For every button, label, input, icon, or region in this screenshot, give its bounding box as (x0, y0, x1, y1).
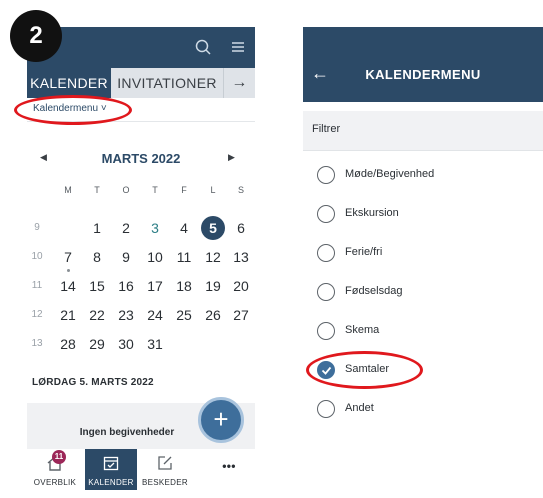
nav-more[interactable]: ••• (203, 449, 255, 490)
week-number: 10 (31, 251, 43, 262)
nav-overblik[interactable]: 11 OVERBLIK (27, 449, 83, 490)
radio-unchecked-icon[interactable] (317, 400, 335, 418)
weekday-header: O (122, 185, 130, 195)
menu-title: KALENDERMENU (365, 67, 481, 82)
filter-option-label: Ekskursion (345, 207, 399, 219)
calendar-tabs: KALENDER INVITATIONER → (27, 68, 255, 98)
filter-section-header: Filtrer (303, 111, 543, 151)
calendar-day[interactable]: 30 (114, 332, 138, 356)
compose-icon (156, 454, 174, 472)
calendar-day[interactable]: 31 (143, 332, 167, 356)
calendar-day[interactable]: 2 (114, 216, 138, 240)
filter-label: Filtrer (312, 123, 341, 135)
calendar-day[interactable]: 11 (172, 245, 196, 269)
filter-option[interactable]: Andet (303, 392, 543, 427)
selected-date-heading: LØRDAG 5. MARTS 2022 (32, 377, 154, 388)
bottom-navigation: 11 OVERBLIK KALENDER BESKEDER ••• (27, 449, 255, 490)
filter-option[interactable]: Skema (303, 314, 543, 353)
menu-header: ← KALENDERMENU (303, 27, 543, 102)
next-month-arrow[interactable]: ▶ (228, 152, 235, 163)
more-dots-icon: ••• (222, 459, 236, 473)
calendar-day[interactable]: 3 (143, 216, 167, 240)
step-number-badge: 2 (10, 10, 62, 62)
calendar-day[interactable]: 24 (143, 303, 167, 327)
calendar-day[interactable]: 12 (201, 245, 225, 269)
radio-unchecked-icon[interactable] (317, 166, 335, 184)
calendar-day[interactable]: 26 (201, 303, 225, 327)
calendar-day[interactable]: 18 (172, 274, 196, 298)
filter-option[interactable]: Fødselsdag (303, 275, 543, 314)
week-number: 13 (31, 338, 43, 349)
radio-unchecked-icon[interactable] (317, 205, 335, 223)
tabs-scroll-right-arrow[interactable]: → (223, 68, 255, 98)
weekday-header: F (181, 185, 187, 195)
tab-invitationer[interactable]: INVITATIONER (111, 68, 223, 98)
calendar-day[interactable]: 28 (56, 332, 80, 356)
notification-badge: 11 (52, 450, 66, 464)
highlight-ring-samtaler (306, 351, 423, 389)
nav-beskeder[interactable]: BESKEDER (137, 449, 193, 490)
calendar-icon (102, 454, 120, 472)
calendar-day[interactable]: 27 (229, 303, 253, 327)
calendar-day[interactable]: 4 (172, 216, 196, 240)
calendar-day[interactable]: 16 (114, 274, 138, 298)
highlight-ring-kalendermenu (14, 95, 132, 125)
nav-label: BESKEDER (142, 478, 188, 487)
nav-label: KALENDER (88, 478, 134, 487)
radio-unchecked-icon[interactable] (317, 283, 335, 301)
nav-label: OVERBLIK (33, 478, 77, 487)
calendar-day[interactable]: 21 (56, 303, 80, 327)
calendar-day[interactable]: 25 (172, 303, 196, 327)
filter-option-label: Ferie/fri (345, 246, 383, 258)
weekday-header: L (210, 185, 216, 195)
filter-option[interactable]: Møde/Begivenhed (303, 158, 543, 197)
calendar-day[interactable]: 9 (114, 245, 138, 269)
calendar-day[interactable]: 29 (85, 332, 109, 356)
calendar-day[interactable]: 10 (143, 245, 167, 269)
calendar-day[interactable]: 17 (143, 274, 167, 298)
calendar-day[interactable]: 8 (85, 245, 109, 269)
filter-option-label: Fødselsdag (345, 285, 403, 297)
radio-unchecked-icon[interactable] (317, 244, 335, 262)
filter-option-label: Andet (345, 402, 374, 414)
calendar-day[interactable]: 6 (229, 216, 253, 240)
search-icon[interactable] (194, 38, 212, 56)
week-number: 11 (31, 280, 43, 291)
calendar-day[interactable]: 23 (114, 303, 138, 327)
filter-option-label: Møde/Begivenhed (345, 168, 435, 180)
calendar-day-today[interactable]: 5 (201, 216, 225, 240)
calendar-day[interactable]: 19 (201, 274, 225, 298)
calendar-day[interactable]: 15 (85, 274, 109, 298)
weekday-header: T (94, 185, 100, 195)
calendar-day[interactable]: 14 (56, 274, 80, 298)
tab-kalender[interactable]: KALENDER (27, 68, 111, 98)
calendar-day[interactable]: 1 (85, 216, 109, 240)
radio-unchecked-icon[interactable] (317, 322, 335, 340)
calendar-day[interactable]: 22 (85, 303, 109, 327)
hamburger-menu-icon[interactable] (229, 38, 247, 56)
weekday-header: S (237, 185, 244, 195)
nav-kalender[interactable]: KALENDER (85, 449, 137, 490)
filter-option[interactable]: Ferie/fri (303, 236, 543, 275)
no-events-text: Ingen begivenheder (79, 427, 175, 438)
filter-option-label: Skema (345, 324, 380, 336)
calendar-day[interactable]: 7 (56, 245, 80, 269)
weekday-header: M (64, 185, 72, 195)
add-event-button[interactable]: + (198, 397, 244, 443)
week-number: 12 (31, 309, 43, 320)
calendar-day[interactable]: 20 (229, 274, 253, 298)
weekday-header: T (152, 185, 158, 195)
composite-screenshot: KALENDER INVITATIONER → Kalendermenu ˅ ◀… (0, 0, 543, 498)
calendar-day[interactable]: 13 (229, 245, 253, 269)
event-dot-indicator (67, 269, 70, 272)
month-title: MARTS 2022 (101, 151, 181, 166)
filter-option[interactable]: Ekskursion (303, 197, 543, 236)
week-number: 9 (34, 222, 40, 233)
